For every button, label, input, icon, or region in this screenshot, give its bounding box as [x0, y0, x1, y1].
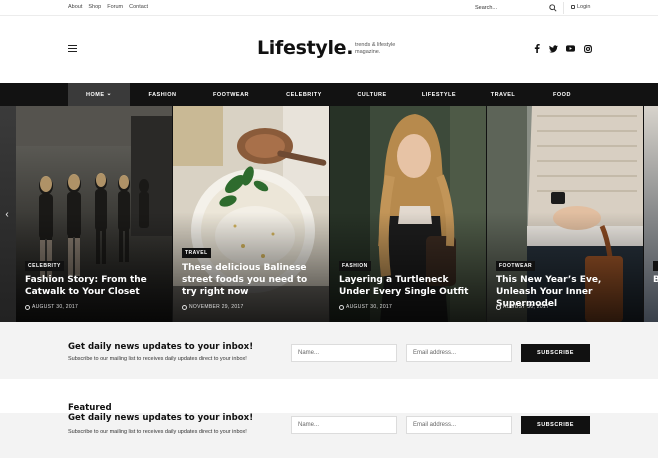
clock-icon — [339, 304, 344, 310]
email-field[interactable]: Email address... — [406, 416, 512, 434]
slide-category-badge[interactable]: TRAVEL — [182, 248, 211, 258]
slide-date-text: AUGUST 30, 2017 — [346, 304, 393, 310]
slider-prev-icon[interactable]: ‹ — [3, 208, 11, 220]
nav-item-culture[interactable]: CULTURE — [350, 83, 394, 106]
newsletter-section: Get daily news updates to your inbox! Su… — [0, 322, 658, 379]
slide-date-text: NOVEMBER 29, 2017 — [189, 304, 244, 310]
site-header: Lifestyle. trends & lifestyle magazine. — [0, 16, 658, 83]
nav-item-celebrity[interactable]: CELEBRITY — [278, 83, 330, 106]
subscribe-button[interactable]: SUBSCRIBE — [521, 416, 590, 434]
slide-date-text: AUGUST 30, 2017 — [503, 304, 550, 310]
name-field[interactable]: Name... — [291, 344, 397, 362]
nav-item-fashion[interactable]: FASHION — [140, 83, 185, 106]
email-field[interactable]: Email address... — [406, 344, 512, 362]
slide-card[interactable]: CELEBRITY Fashion Story: From the Catwal… — [16, 106, 172, 322]
social-links — [532, 44, 592, 53]
clock-icon — [25, 304, 30, 310]
slide-card[interactable]: FOOTWEAR This New Year’s Eve, Unleash Yo… — [487, 106, 643, 322]
slide-date: AUGUST 30, 2017 — [496, 304, 549, 310]
slide-title[interactable]: Fashion Story: From the Catwalk to Your … — [25, 274, 155, 298]
page: About Shop Forum Contact Search... Login… — [0, 0, 658, 458]
name-field[interactable]: Name... — [291, 416, 397, 434]
slide-category-badge[interactable]: FOOTWEAR — [496, 261, 536, 271]
slide-date: AUGUST 30, 2017 — [339, 304, 392, 310]
slide-category-badge[interactable]: CELEBRITY — [25, 261, 64, 271]
email-placeholder: Email address... — [413, 350, 457, 356]
top-links: About Shop Forum Contact — [68, 4, 148, 10]
chevron-down-icon: ⌄ — [106, 91, 113, 97]
top-link-about[interactable]: About — [68, 4, 82, 10]
subscribe-button[interactable]: SUBSCRIBE — [521, 344, 590, 362]
featured-heading: Featured — [68, 403, 112, 413]
lock-icon — [571, 5, 575, 9]
main-nav: HOME ⌄ FASHION FOOTWEAR CELEBRITY CULTUR… — [0, 83, 658, 106]
menu-icon[interactable] — [68, 45, 77, 52]
nav-item-footwear[interactable]: FOOTWEAR — [205, 83, 257, 106]
slide-date: NOVEMBER 29, 2017 — [182, 304, 244, 310]
top-link-contact[interactable]: Contact — [129, 4, 148, 10]
slide-title[interactable]: B — [653, 274, 658, 286]
nav-item-food[interactable]: FOOD — [543, 83, 581, 106]
top-link-forum[interactable]: Forum — [107, 4, 123, 10]
newsletter-subtitle: Subscribe to our mailing list to receive… — [68, 356, 247, 362]
site-tagline: trends & lifestyle magazine. — [355, 42, 396, 55]
newsletter-subtitle: Subscribe to our mailing list to receive… — [68, 429, 247, 435]
email-placeholder: Email address... — [413, 422, 457, 428]
slide-title[interactable]: Layering a Turtleneck Under Every Single… — [339, 274, 479, 298]
nav-item-home[interactable]: HOME ⌄ — [68, 83, 130, 106]
newsletter-section: Get daily news updates to your inbox! Su… — [0, 413, 658, 458]
facebook-icon[interactable] — [532, 44, 541, 53]
slide-date: AUGUST 30, 2017 — [25, 304, 78, 310]
youtube-icon[interactable] — [566, 44, 575, 53]
newsletter-title: Get daily news updates to your inbox! — [68, 342, 254, 352]
site-logo[interactable]: Lifestyle. — [257, 37, 353, 59]
slide-card-partial[interactable]: B — [644, 106, 658, 322]
nav-item-lifestyle[interactable]: LIFESTYLE — [415, 83, 463, 106]
clock-icon — [182, 304, 187, 310]
newsletter-title: Get daily news updates to your inbox! — [68, 413, 254, 423]
featured-slider: CELEBRITY Fashion Story: From the Catwal… — [0, 106, 658, 322]
search-icon[interactable] — [549, 4, 557, 12]
top-bar: About Shop Forum Contact Search... Login — [0, 0, 658, 16]
nav-home-label: HOME — [85, 91, 105, 98]
search-placeholder: Search... — [475, 5, 498, 11]
slide-card[interactable]: FASHION Layering a Turtleneck Under Ever… — [330, 106, 486, 322]
instagram-icon[interactable] — [583, 44, 592, 53]
login-label: Login — [577, 4, 591, 10]
name-placeholder: Name... — [298, 422, 320, 428]
slide-title[interactable]: These delicious Balinese street foods yo… — [182, 262, 322, 298]
slide-category-badge[interactable]: FASHION — [339, 261, 371, 271]
login-link[interactable]: Login — [571, 4, 590, 10]
name-placeholder: Name... — [298, 350, 320, 356]
clock-icon — [496, 304, 501, 310]
slide-category-badge — [653, 261, 658, 271]
slide-card[interactable]: TRAVEL These delicious Balinese street f… — [173, 106, 329, 322]
top-link-shop[interactable]: Shop — [88, 4, 101, 10]
nav-item-travel[interactable]: TRAVEL — [484, 83, 522, 106]
slide-date-text: AUGUST 30, 2017 — [32, 304, 79, 310]
search-input[interactable]: Search... — [472, 2, 564, 14]
twitter-icon[interactable] — [549, 44, 558, 53]
